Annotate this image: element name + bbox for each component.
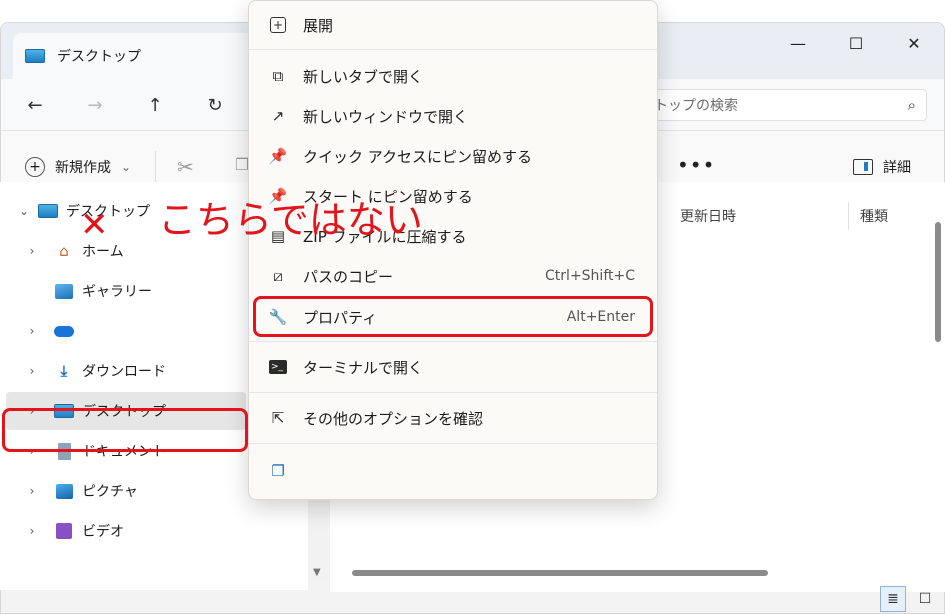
home-icon: ⌂: [59, 242, 69, 260]
menu-item-label: クイック アクセスにピン留めする: [303, 147, 533, 166]
back-button[interactable]: ←: [19, 89, 51, 121]
search-icon[interactable]: ⌕: [908, 96, 916, 114]
menu-item-open-terminal[interactable]: >_ ターミナルで開く: [253, 347, 655, 387]
scroll-thumb[interactable]: [935, 222, 941, 342]
menu-item-label: 新しいウィンドウで開く: [303, 107, 469, 126]
details-pane-icon: [853, 159, 873, 175]
pin-icon: 📌: [268, 147, 288, 165]
forward-button[interactable]: →: [79, 89, 111, 121]
menu-divider: [249, 341, 657, 342]
cut-icon[interactable]: ✂: [177, 155, 194, 179]
x-mark-icon: ✕: [80, 205, 109, 245]
menu-item-open-new-window[interactable]: ↗ 新しいウィンドウで開く: [253, 96, 655, 136]
vertical-scrollbar[interactable]: [935, 222, 941, 542]
annotation-note: こちらではない: [158, 198, 423, 242]
nav-item-label: ギャラリー: [82, 284, 152, 300]
pictures-icon: [54, 482, 74, 500]
new-label: 新規作成: [55, 160, 111, 176]
menu-item-more-options[interactable]: ⇱ その他のオプションを確認: [253, 398, 655, 438]
menu-item-label: 展開: [303, 16, 334, 35]
up-button[interactable]: ↑: [139, 89, 171, 121]
view-switcher: ≣ ☐: [880, 586, 938, 612]
menu-item-label: その他のオプションを確認: [303, 409, 484, 428]
search-input[interactable]: トップの検索 ⌕: [641, 89, 927, 121]
menu-divider: [249, 392, 657, 393]
desktop-icon: [38, 202, 58, 220]
cloud-icon: [54, 322, 74, 340]
column-header-modified[interactable]: 更新日時: [680, 206, 736, 226]
menu-item-label: 新しいタブで開く: [303, 67, 424, 86]
chevron-right-icon[interactable]: ›: [24, 484, 40, 498]
tiles-view-icon[interactable]: ☐: [912, 586, 938, 612]
scroll-down-arrow-icon[interactable]: ▼: [313, 567, 321, 578]
refresh-button[interactable]: ↻: [199, 89, 231, 121]
menu-divider: [249, 49, 657, 50]
search-placeholder: トップの検索: [654, 98, 738, 114]
chevron-right-icon[interactable]: ›: [24, 244, 40, 258]
menu-shortcut: Ctrl+Shift+C: [545, 268, 635, 284]
nav-item-label: ビデオ: [82, 524, 124, 540]
expand-icon: +: [267, 17, 289, 33]
menu-item-open-new-tab[interactable]: ⧉ 新しいタブで開く: [253, 56, 655, 96]
menu-item-expand[interactable]: + 展開: [253, 5, 655, 45]
chevron-down-icon[interactable]: ⌄: [16, 204, 32, 218]
nav-item-label: ピクチャ: [82, 484, 138, 500]
chevron-right-icon[interactable]: ›: [24, 524, 40, 538]
video-icon: [54, 522, 74, 540]
more-options-button[interactable]: •••: [677, 153, 715, 177]
download-icon: ⤓: [60, 362, 68, 380]
new-tab-icon: ⧉: [272, 67, 284, 85]
details-button[interactable]: 詳細: [853, 157, 911, 177]
menu-item-copy-path[interactable]: ⧄ パスのコピー Ctrl+Shift+C: [253, 256, 655, 296]
tab-title: デスクトップ: [57, 49, 141, 65]
horizontal-scrollbar[interactable]: [352, 570, 768, 576]
nav-item-videos[interactable]: › ビデオ: [0, 512, 300, 550]
nav-item-label: ダウンロード: [82, 364, 166, 380]
copy-path-icon: ⧄: [273, 267, 283, 285]
new-button[interactable]: + 新規作成 ⌄: [25, 157, 131, 177]
plus-circle-icon: +: [25, 157, 45, 177]
column-divider[interactable]: [848, 202, 849, 230]
menu-item-pin-quick-access[interactable]: 📌 クイック アクセスにピン留めする: [253, 136, 655, 176]
highlight-desktop-nav: [2, 408, 248, 452]
context-menu: + 展開 ⧉ 新しいタブで開く ↗ 新しいウィンドウで開く 📌 クイック アクセ…: [248, 0, 658, 500]
copy-icon: ❐: [271, 462, 285, 480]
highlight-properties: [253, 296, 653, 337]
details-view-icon[interactable]: ≣: [880, 586, 906, 612]
tab-desktop[interactable]: デスクトップ: [13, 33, 253, 79]
menu-item-label: ターミナルで開く: [303, 358, 424, 377]
menu-divider: [249, 443, 657, 444]
more-options-icon: ⇱: [271, 409, 285, 427]
chevron-right-icon[interactable]: ›: [24, 364, 40, 378]
chevron-down-icon: ⌄: [121, 160, 132, 174]
open-external-icon: ↗: [271, 107, 285, 125]
minimize-button[interactable]: —: [769, 23, 827, 63]
menu-item-label: パスのコピー: [303, 267, 394, 286]
details-label: 詳細: [883, 160, 911, 176]
gallery-icon: [54, 282, 74, 300]
chevron-right-icon[interactable]: ›: [24, 324, 40, 338]
terminal-icon: >_: [267, 360, 289, 374]
close-button[interactable]: ✕: [885, 23, 943, 63]
desktop-icon: [25, 49, 45, 63]
maximize-button[interactable]: ☐: [827, 23, 885, 63]
column-header-type[interactable]: 種類: [860, 206, 888, 226]
menu-item-copy[interactable]: ❐: [253, 451, 655, 491]
